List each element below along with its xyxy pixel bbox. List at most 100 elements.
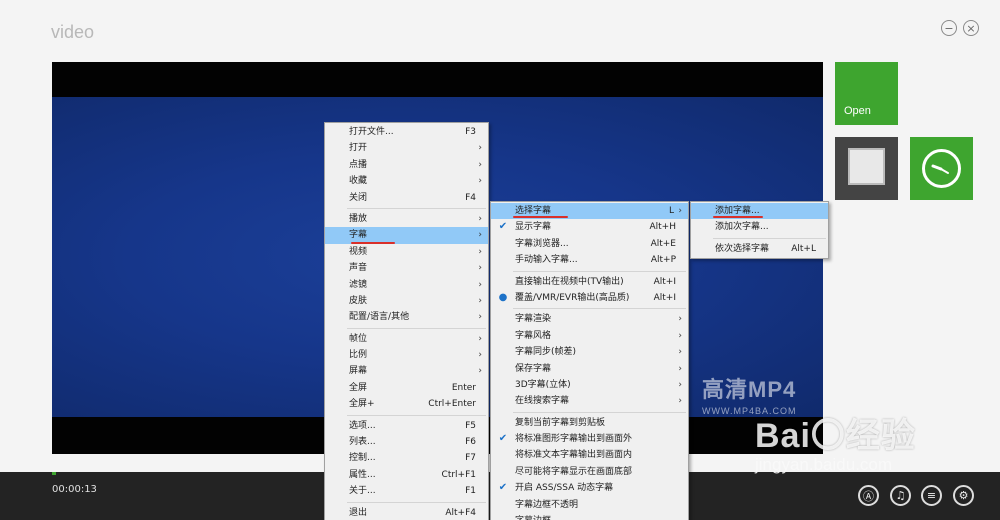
menu-item[interactable]: 字幕 › xyxy=(325,227,488,244)
menu-separator xyxy=(347,327,486,329)
menu-item-label: 依次选择字幕 xyxy=(715,243,770,254)
menu-item-label: 字幕边框不透明 xyxy=(515,499,579,510)
menu-item[interactable]: 字幕同步(帧差) › xyxy=(491,344,688,360)
clock-tile[interactable] xyxy=(910,137,973,200)
settings-gear-icon[interactable]: ⚙ xyxy=(953,485,974,506)
menu-item[interactable]: 3D字幕(立体) › xyxy=(491,377,688,393)
menu-item-label: 添加字幕... xyxy=(715,206,760,216)
menu-item[interactable]: 播放 › xyxy=(325,211,488,227)
menu-item-label: 退出 xyxy=(349,507,368,518)
menu-item[interactable]: 字幕边框不透明 xyxy=(491,497,688,513)
main-context-menu: 打开文件... F3 打开 › 点播 › 收藏 › 关闭 F4 播放 › 字幕 › 视频 › 声音 › 滤镜 › 皮肤 ›… xyxy=(324,122,489,520)
menu-item-shortcut: Ctrl+F1 xyxy=(441,469,476,480)
audio-track-icon[interactable]: Ⓐ xyxy=(858,485,879,506)
menu-item[interactable]: 复制当前字幕到剪贴板 xyxy=(491,415,688,431)
checkmark-icon: ✔ xyxy=(498,221,508,233)
menu-item[interactable]: ● 覆盖/VMR/EVR输出(高品质) Alt+I xyxy=(491,290,688,306)
menu-item-shortcut: Alt+F4 xyxy=(445,507,476,518)
open-tile-label: Open xyxy=(844,105,871,117)
menu-item[interactable]: ✔ 开启 ASS/SSA 动态字幕 xyxy=(491,480,688,496)
menu-item-label: 字幕渲染 xyxy=(515,314,552,325)
menu-item-shortcut: F5 xyxy=(465,420,476,431)
menu-item[interactable]: 收藏 › xyxy=(325,173,488,189)
menu-item-label: 显示字幕 xyxy=(515,222,552,233)
menu-item-label: 3D字幕(立体) xyxy=(515,379,571,390)
menu-item[interactable]: 皮肤 › xyxy=(325,293,488,309)
app-title: video xyxy=(51,22,95,42)
menu-item[interactable]: 全屏+ Ctrl+Enter xyxy=(325,396,488,412)
menu-item[interactable]: 滤镜 › xyxy=(325,277,488,293)
menu-item[interactable]: 帧位 › xyxy=(325,331,488,347)
submenu-arrow-icon: › xyxy=(678,379,682,390)
menu-item[interactable]: 配置/语言/其他 › xyxy=(325,309,488,325)
menu-item[interactable]: 列表... F6 xyxy=(325,434,488,450)
menu-item[interactable]: 属性... Ctrl+F1 xyxy=(325,467,488,483)
menu-item-label: 全屏 xyxy=(349,382,368,393)
menu-item[interactable]: 打开 › xyxy=(325,140,488,156)
menu-item[interactable]: 依次选择字幕 Alt+L xyxy=(691,241,828,257)
menu-item-label: 覆盖/VMR/EVR输出(高品质) xyxy=(515,292,630,303)
menu-item-shortcut: Alt+E xyxy=(650,238,676,249)
menu-item-label: 手动输入字幕... xyxy=(515,255,578,266)
menu-item[interactable]: 全屏 Enter xyxy=(325,380,488,396)
screen-icon xyxy=(848,148,885,185)
menu-item-label: 选项... xyxy=(349,420,376,431)
screen-tile[interactable] xyxy=(835,137,898,200)
watermark-brand: 高清MP4 xyxy=(702,377,797,402)
menu-item[interactable]: 字幕边框 xyxy=(491,513,688,520)
menu-item-label: 字幕风格 xyxy=(515,330,552,341)
menu-item-label: 控制... xyxy=(349,453,376,464)
menu-item[interactable]: 控制... F7 xyxy=(325,450,488,466)
menu-item[interactable]: 保存字幕 › xyxy=(491,361,688,377)
menu-item[interactable]: 添加次字幕... xyxy=(691,219,828,235)
menu-item-label: 关闭 xyxy=(349,192,368,203)
open-tile[interactable]: Open xyxy=(835,62,898,125)
submenu-arrow-icon: › xyxy=(478,312,482,323)
menu-item[interactable]: 点播 › xyxy=(325,157,488,173)
menu-item[interactable]: 视频 › xyxy=(325,244,488,260)
submenu-arrow-icon: › xyxy=(678,396,682,407)
menu-item[interactable]: 字幕渲染 › xyxy=(491,311,688,327)
menu-item[interactable]: ✔ 将标准图形字幕输出到画面外 xyxy=(491,431,688,447)
submenu-arrow-icon: › xyxy=(678,330,682,341)
menu-item-shortcut: Alt+I xyxy=(653,276,676,287)
menu-item[interactable]: ✔ 显示字幕 Alt+H xyxy=(491,219,688,235)
menu-item-label: 将标准图形字幕输出到画面外 xyxy=(515,434,633,445)
menu-item-label: 复制当前字幕到剪贴板 xyxy=(515,417,606,428)
submenu-arrow-icon: › xyxy=(678,314,682,325)
menu-item[interactable]: 选项... F5 xyxy=(325,418,488,434)
progress-indicator[interactable] xyxy=(52,472,56,475)
menu-item[interactable]: 关闭 F4 xyxy=(325,190,488,206)
select-subtitle-submenu: 添加字幕... 添加次字幕... 依次选择字幕 Alt+L xyxy=(690,201,829,260)
menu-item-label: 保存字幕 xyxy=(515,363,552,374)
menu-item-label: 配置/语言/其他 xyxy=(349,312,410,323)
menu-item[interactable]: 屏幕 › xyxy=(325,363,488,379)
menu-item-label: 皮肤 xyxy=(349,295,368,306)
menu-item-label: 点播 xyxy=(349,159,368,170)
menu-item[interactable]: 字幕风格 › xyxy=(491,328,688,344)
annotation-underline xyxy=(713,216,763,218)
submenu-arrow-icon: › xyxy=(478,350,482,361)
menu-item-shortcut: F6 xyxy=(465,437,476,448)
menu-item-label: 打开 xyxy=(349,143,368,154)
menu-item[interactable]: 在线搜索字幕 › xyxy=(491,393,688,409)
menu-item[interactable]: 打开文件... F3 xyxy=(325,124,488,140)
menu-item[interactable]: 手动输入字幕... Alt+P xyxy=(491,252,688,268)
menu-item[interactable]: 将标准文本字幕输出到画面内 xyxy=(491,447,688,463)
menu-item[interactable]: 声音 › xyxy=(325,260,488,276)
menu-item[interactable]: 尽可能将字幕显示在画面底部 xyxy=(491,464,688,480)
menu-item-label: 打开文件... xyxy=(349,127,394,137)
menu-item[interactable]: 比例 › xyxy=(325,347,488,363)
playlist-icon[interactable]: ≡ xyxy=(921,485,942,506)
music-icon[interactable]: ♫ xyxy=(890,485,911,506)
menu-item-shortcut: F4 xyxy=(465,192,476,203)
menu-item[interactable]: 字幕浏览器... Alt+E xyxy=(491,236,688,252)
menu-separator xyxy=(513,411,686,413)
menu-item[interactable]: 直接输出在视频中(TV输出) Alt+I xyxy=(491,274,688,290)
menu-item-label: 字幕同步(帧差) xyxy=(515,347,577,358)
menu-item-shortcut: Alt+L xyxy=(791,243,816,254)
menu-item[interactable]: 关于... F1 xyxy=(325,483,488,499)
minimize-button[interactable]: − xyxy=(941,20,957,36)
close-button[interactable]: × xyxy=(963,20,979,36)
menu-item[interactable]: 退出 Alt+F4 xyxy=(325,505,488,520)
